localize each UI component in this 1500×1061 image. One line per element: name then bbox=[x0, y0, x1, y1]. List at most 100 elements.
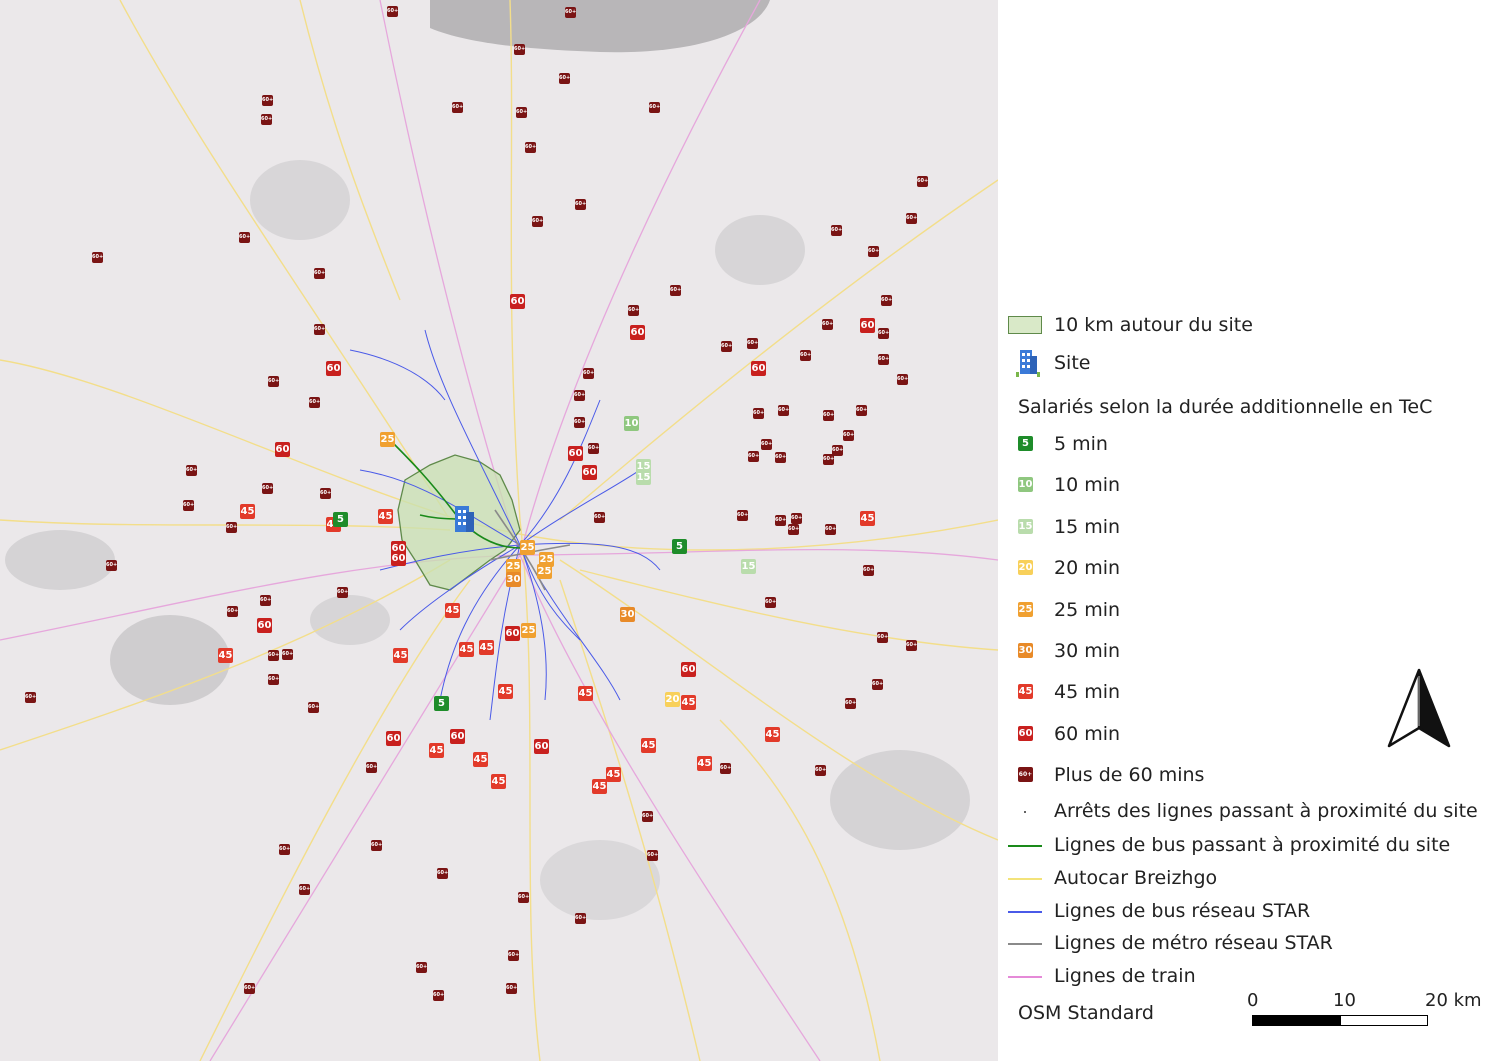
employee-marker[interactable]: 60+ bbox=[565, 7, 576, 18]
employee-marker[interactable]: 25 bbox=[537, 564, 552, 579]
employee-marker[interactable]: 60+ bbox=[433, 990, 444, 1001]
employee-marker[interactable]: 45 bbox=[765, 727, 780, 742]
employee-marker[interactable]: 60+ bbox=[282, 649, 293, 660]
employee-marker[interactable]: 45 bbox=[592, 779, 607, 794]
employee-marker[interactable]: 60+ bbox=[518, 892, 529, 903]
employee-marker[interactable]: 60 bbox=[391, 551, 406, 566]
employee-marker[interactable]: 45 bbox=[378, 509, 393, 524]
employee-marker[interactable]: 45 bbox=[498, 684, 513, 699]
employee-marker[interactable]: 60 bbox=[450, 729, 465, 744]
employee-marker[interactable]: 60+ bbox=[863, 565, 874, 576]
employee-marker[interactable]: 60+ bbox=[761, 439, 772, 450]
employee-marker[interactable]: 60+ bbox=[183, 500, 194, 511]
employee-marker[interactable]: 25 bbox=[380, 432, 395, 447]
employee-marker[interactable]: 60+ bbox=[800, 350, 811, 361]
employee-marker[interactable]: 60+ bbox=[872, 679, 883, 690]
employee-marker[interactable]: 45 bbox=[578, 686, 593, 701]
employee-marker[interactable]: 60 bbox=[681, 662, 696, 677]
employee-marker[interactable]: 60+ bbox=[748, 451, 759, 462]
employee-marker[interactable]: 60+ bbox=[279, 844, 290, 855]
employee-marker[interactable]: 60+ bbox=[831, 225, 842, 236]
employee-marker[interactable]: 60+ bbox=[226, 522, 237, 533]
employee-marker[interactable]: 60+ bbox=[371, 840, 382, 851]
employee-marker[interactable]: 60+ bbox=[514, 44, 525, 55]
employee-marker[interactable]: 60+ bbox=[268, 650, 279, 661]
employee-marker[interactable]: 60+ bbox=[320, 488, 331, 499]
employee-marker[interactable]: 45 bbox=[459, 642, 474, 657]
employee-marker[interactable]: 60+ bbox=[268, 376, 279, 387]
employee-marker[interactable]: 60+ bbox=[649, 102, 660, 113]
employee-marker[interactable]: 45 bbox=[606, 767, 621, 782]
employee-marker[interactable]: 60+ bbox=[791, 513, 802, 524]
employee-marker[interactable]: 60+ bbox=[314, 324, 325, 335]
employee-marker[interactable]: 60+ bbox=[532, 216, 543, 227]
employee-marker[interactable]: 60+ bbox=[877, 632, 888, 643]
employee-marker[interactable]: 60 bbox=[510, 294, 525, 309]
employee-marker[interactable]: 60+ bbox=[337, 587, 348, 598]
employee-marker[interactable]: 20 bbox=[665, 692, 680, 707]
employee-marker[interactable]: 5 bbox=[434, 696, 449, 711]
employee-marker[interactable]: 60+ bbox=[878, 354, 889, 365]
employee-marker[interactable]: 60+ bbox=[823, 410, 834, 421]
employee-marker[interactable]: 45 bbox=[681, 695, 696, 710]
employee-marker[interactable]: 60+ bbox=[628, 305, 639, 316]
employee-marker[interactable]: 60+ bbox=[314, 268, 325, 279]
employee-marker[interactable]: 60+ bbox=[186, 465, 197, 476]
employee-marker[interactable]: 60+ bbox=[452, 102, 463, 113]
employee-marker[interactable]: 60+ bbox=[262, 95, 273, 106]
employee-marker[interactable]: 60+ bbox=[262, 483, 273, 494]
employee-marker[interactable]: 60+ bbox=[366, 762, 377, 773]
employee-marker[interactable]: 45 bbox=[641, 738, 656, 753]
employee-marker[interactable]: 60+ bbox=[737, 510, 748, 521]
employee-marker[interactable]: 10 bbox=[624, 416, 639, 431]
employee-marker[interactable]: 60+ bbox=[594, 512, 605, 523]
employee-marker[interactable]: 60+ bbox=[92, 252, 103, 263]
employee-marker[interactable]: 60+ bbox=[823, 454, 834, 465]
employee-marker[interactable]: 45 bbox=[860, 511, 875, 526]
employee-marker[interactable]: 60+ bbox=[583, 368, 594, 379]
employee-marker[interactable]: 60+ bbox=[516, 107, 527, 118]
employee-marker[interactable]: 45 bbox=[697, 756, 712, 771]
employee-marker[interactable]: 45 bbox=[473, 752, 488, 767]
employee-marker[interactable]: 45 bbox=[218, 648, 233, 663]
employee-marker[interactable]: 60+ bbox=[261, 114, 272, 125]
employee-marker[interactable]: 30 bbox=[620, 607, 635, 622]
employee-marker[interactable]: 60+ bbox=[506, 983, 517, 994]
employee-marker[interactable]: 25 bbox=[520, 540, 535, 555]
employee-marker[interactable]: 60+ bbox=[308, 702, 319, 713]
employee-marker[interactable]: 60+ bbox=[721, 341, 732, 352]
employee-marker[interactable]: 60+ bbox=[878, 328, 889, 339]
employee-marker[interactable]: 60+ bbox=[775, 452, 786, 463]
employee-marker[interactable]: 60+ bbox=[525, 142, 536, 153]
employee-marker[interactable]: 60 bbox=[505, 626, 520, 641]
employee-marker[interactable]: 60+ bbox=[574, 390, 585, 401]
employee-marker[interactable]: 60+ bbox=[670, 285, 681, 296]
employee-marker[interactable]: 60 bbox=[582, 465, 597, 480]
employee-marker[interactable]: 60+ bbox=[825, 524, 836, 535]
employee-marker[interactable]: 45 bbox=[479, 640, 494, 655]
employee-marker[interactable]: 60+ bbox=[575, 913, 586, 924]
employee-marker[interactable]: 60+ bbox=[106, 560, 117, 571]
employee-marker[interactable]: 60+ bbox=[775, 515, 786, 526]
employee-marker[interactable]: 60+ bbox=[897, 374, 908, 385]
employee-marker[interactable]: 60+ bbox=[778, 405, 789, 416]
employee-marker[interactable]: 60+ bbox=[574, 417, 585, 428]
employee-marker[interactable]: 60+ bbox=[559, 73, 570, 84]
employee-marker[interactable]: 60+ bbox=[856, 405, 867, 416]
employee-marker[interactable]: 60+ bbox=[268, 674, 279, 685]
employee-marker[interactable]: 60+ bbox=[309, 397, 320, 408]
employee-marker[interactable]: 60 bbox=[326, 361, 341, 376]
employee-marker[interactable]: 60+ bbox=[843, 430, 854, 441]
employee-marker[interactable]: 15 bbox=[741, 559, 756, 574]
employee-marker[interactable]: 60+ bbox=[588, 443, 599, 454]
employee-marker[interactable]: 45 bbox=[240, 504, 255, 519]
employee-marker[interactable]: 45 bbox=[429, 743, 444, 758]
employee-marker[interactable]: 60+ bbox=[25, 692, 36, 703]
employee-marker[interactable]: 60+ bbox=[642, 811, 653, 822]
employee-marker[interactable]: 60+ bbox=[720, 763, 731, 774]
employee-marker[interactable]: 60 bbox=[534, 739, 549, 754]
employee-marker[interactable]: 5 bbox=[333, 512, 348, 527]
employee-marker[interactable]: 60+ bbox=[765, 597, 776, 608]
employee-marker[interactable]: 60+ bbox=[647, 850, 658, 861]
employee-marker[interactable]: 60+ bbox=[437, 868, 448, 879]
